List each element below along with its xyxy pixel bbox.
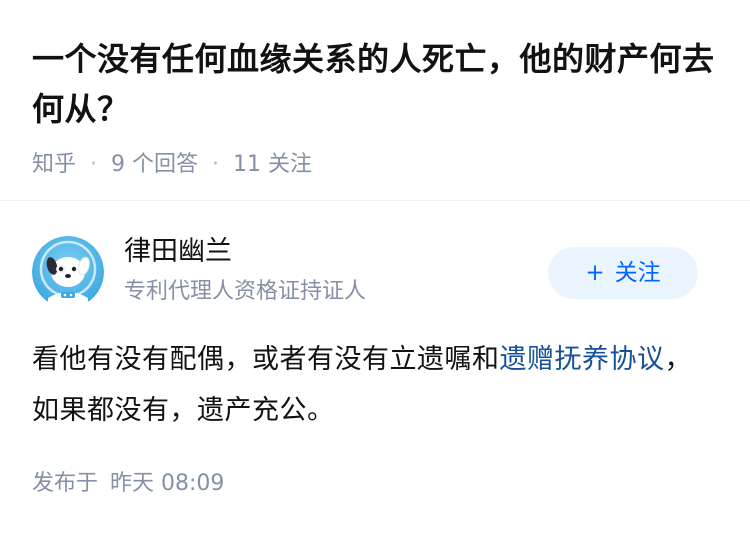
author-row: 律田幽兰 专利代理人资格证持证人 + 关注 [0, 201, 750, 308]
answers-count[interactable]: 9 个回答 [111, 150, 198, 180]
follow-button[interactable]: + 关注 [548, 247, 698, 299]
publish-prefix: 发布于 [32, 471, 99, 496]
cartoon-dog-avatar-icon [32, 236, 104, 308]
answer-card: 律田幽兰 专利代理人资格证持证人 + 关注 看他有没有配偶，或者有没有立遗嘱和遗赠… [0, 201, 750, 496]
meta-separator: · [90, 152, 98, 177]
question-meta: 知乎 · 9 个回答 · 11 关注 [32, 150, 718, 180]
question-title[interactable]: 一个没有任何血缘关系的人死亡，他的财产何去何从？ [32, 34, 718, 134]
publish-date: 昨天 08:09 [110, 471, 225, 496]
answer-text-part: 看他有没有配偶，或者有没有立遗嘱和 [32, 344, 500, 375]
answer-content[interactable]: 看他有没有配偶，或者有没有立遗嘱和遗赠抚养协议，如果都没有，遗产充公。 [32, 334, 718, 436]
author-name[interactable]: 律田幽兰 [124, 234, 232, 270]
plus-icon: + [585, 260, 605, 286]
publish-time: 发布于 昨天 08:09 [32, 469, 224, 499]
meta-separator: · [212, 152, 220, 177]
source-label[interactable]: 知乎 [32, 150, 76, 180]
answer-keyword-link[interactable]: 遗赠抚养协议 [500, 344, 665, 375]
zhihu-answer-page: 一个没有任何血缘关系的人死亡，他的财产何去何从？ 知乎 · 9 个回答 · 11… [0, 0, 750, 538]
follow-button-label: 关注 [614, 260, 661, 286]
question-header: 一个没有任何血缘关系的人死亡，他的财产何去何从？ 知乎 · 9 个回答 · 11… [0, 0, 750, 180]
avatar[interactable] [32, 236, 104, 308]
followers-count: 11 关注 [233, 152, 313, 177]
author-headline: 专利代理人资格证持证人 [124, 279, 367, 304]
